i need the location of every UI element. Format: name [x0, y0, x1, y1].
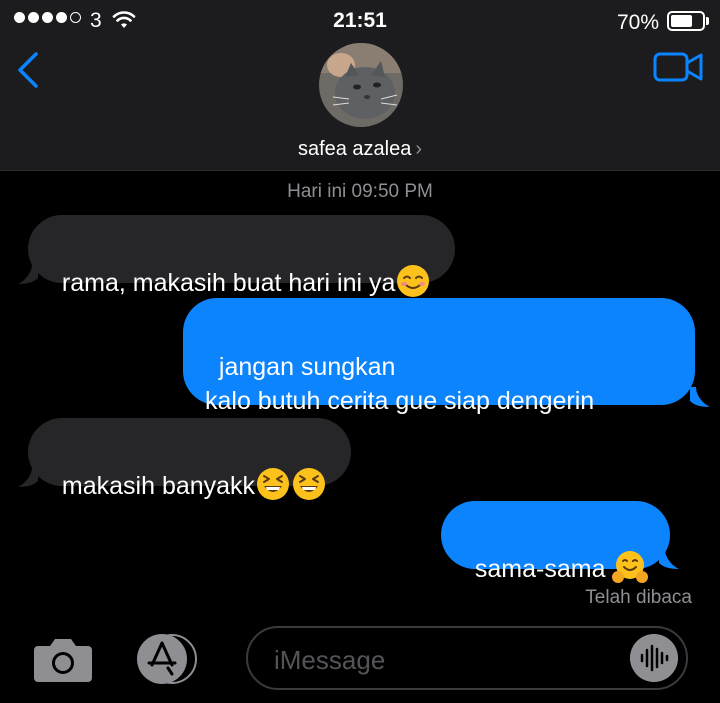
- message-text: jangan sungkan kalo butuh cerita gue sia…: [205, 353, 595, 415]
- message-bubble-incoming[interactable]: makasih banyakk: [28, 418, 352, 501]
- contact-name[interactable]: safea azalea ›: [0, 138, 720, 161]
- video-camera-icon[interactable]: [652, 50, 704, 84]
- grinning-squinting-face-icon: [293, 468, 326, 501]
- battery-icon: [667, 11, 705, 31]
- app-store-icon[interactable]: [135, 632, 205, 686]
- message-input-placeholder: iMessage: [274, 645, 386, 675]
- camera-icon[interactable]: [32, 636, 94, 682]
- contact-avatar[interactable]: [319, 43, 403, 127]
- audio-waveform-icon[interactable]: [630, 634, 678, 682]
- battery-percentage: 70%: [617, 11, 660, 34]
- message-text: makasih banyakk: [61, 472, 256, 500]
- hugging-face-icon: [612, 551, 649, 584]
- message-bubble-outgoing[interactable]: jangan sungkan kalo butuh cerita gue sia…: [183, 298, 695, 415]
- message-text: rama, makasih buat hari ini ya: [61, 269, 396, 297]
- read-receipt: Telah dibaca: [585, 587, 692, 608]
- conversation-header: 3 21:51 70% safea azalea ›: [0, 0, 720, 171]
- smiling-face-icon: [397, 265, 430, 298]
- message-text: sama-sama: [474, 555, 613, 583]
- clock: 21:51: [333, 9, 387, 32]
- status-bar: 3 21:51 70%: [0, 0, 720, 42]
- chevron-left-icon[interactable]: [14, 50, 44, 90]
- cat-photo-icon: [319, 43, 403, 127]
- battery-cap: [706, 17, 709, 25]
- conversation-timestamp: Hari ini 09:50 PM: [287, 181, 433, 202]
- message-input[interactable]: iMessage: [246, 626, 688, 690]
- contact-name-label: safea azalea: [297, 138, 412, 160]
- grinning-squinting-face-icon: [257, 468, 290, 501]
- bubble-tail: [690, 387, 710, 407]
- message-bubble-outgoing[interactable]: sama-sama: [441, 501, 671, 584]
- chevron-right-icon: ›: [415, 138, 423, 160]
- message-bubble-incoming[interactable]: rama, makasih buat hari ini ya: [28, 215, 456, 298]
